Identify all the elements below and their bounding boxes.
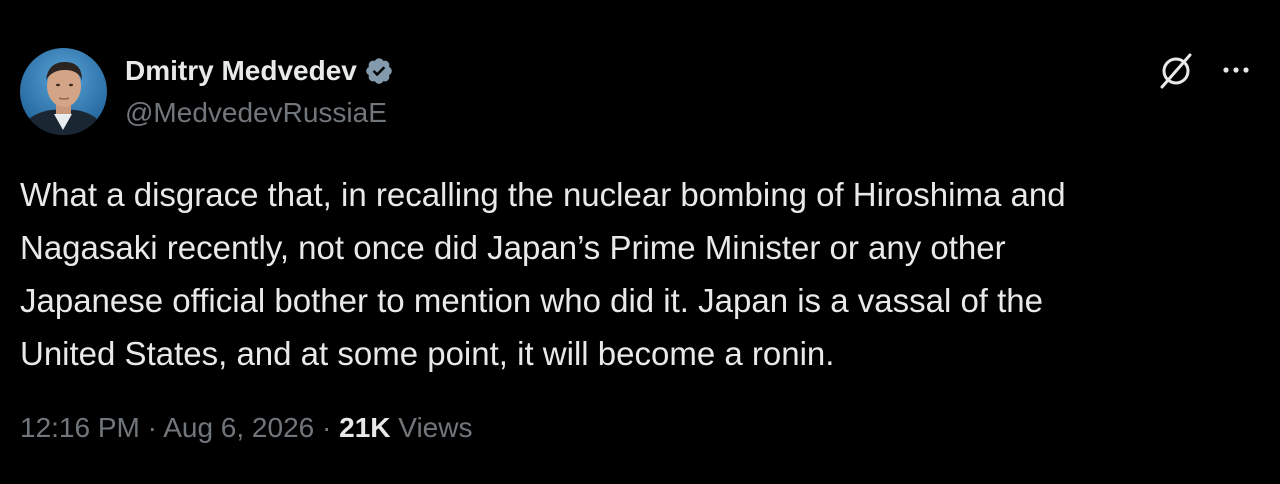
tweet-time[interactable]: 12:16 PM [20,412,140,443]
grok-slash-circle-icon[interactable] [1155,50,1197,92]
tweet-text-line: Nagasaki recently, not once did Japan’s … [20,229,1006,266]
tweet-text-line: United States, and at some point, it wil… [20,335,835,372]
meta-separator: · [147,412,157,443]
more-horizontal-icon[interactable] [1218,56,1254,84]
meta-separator: · [322,412,332,443]
author-name[interactable]: Dmitry Medvedev [125,55,357,87]
author-name-row[interactable]: Dmitry Medvedev [125,52,394,90]
tweet-text-line: What a disgrace that, in recalling the n… [20,176,1066,213]
views-label[interactable]: Views [398,412,472,443]
views-count[interactable]: 21K [339,412,390,443]
tweet-text: What a disgrace that, in recalling the n… [20,168,1255,380]
tweet: Dmitry Medvedev @MedvedevRussiaE What a … [0,0,1280,484]
author-handle[interactable]: @MedvedevRussiaE [125,97,387,129]
avatar-image [20,48,107,135]
tweet-meta: 12:16 PM · Aug 6, 2026 · 21K Views [20,412,472,444]
tweet-text-line: Japanese official bother to mention who … [20,282,1044,319]
tweet-date[interactable]: Aug 6, 2026 [163,412,314,443]
avatar[interactable] [20,48,107,135]
verified-badge-icon [364,56,394,86]
